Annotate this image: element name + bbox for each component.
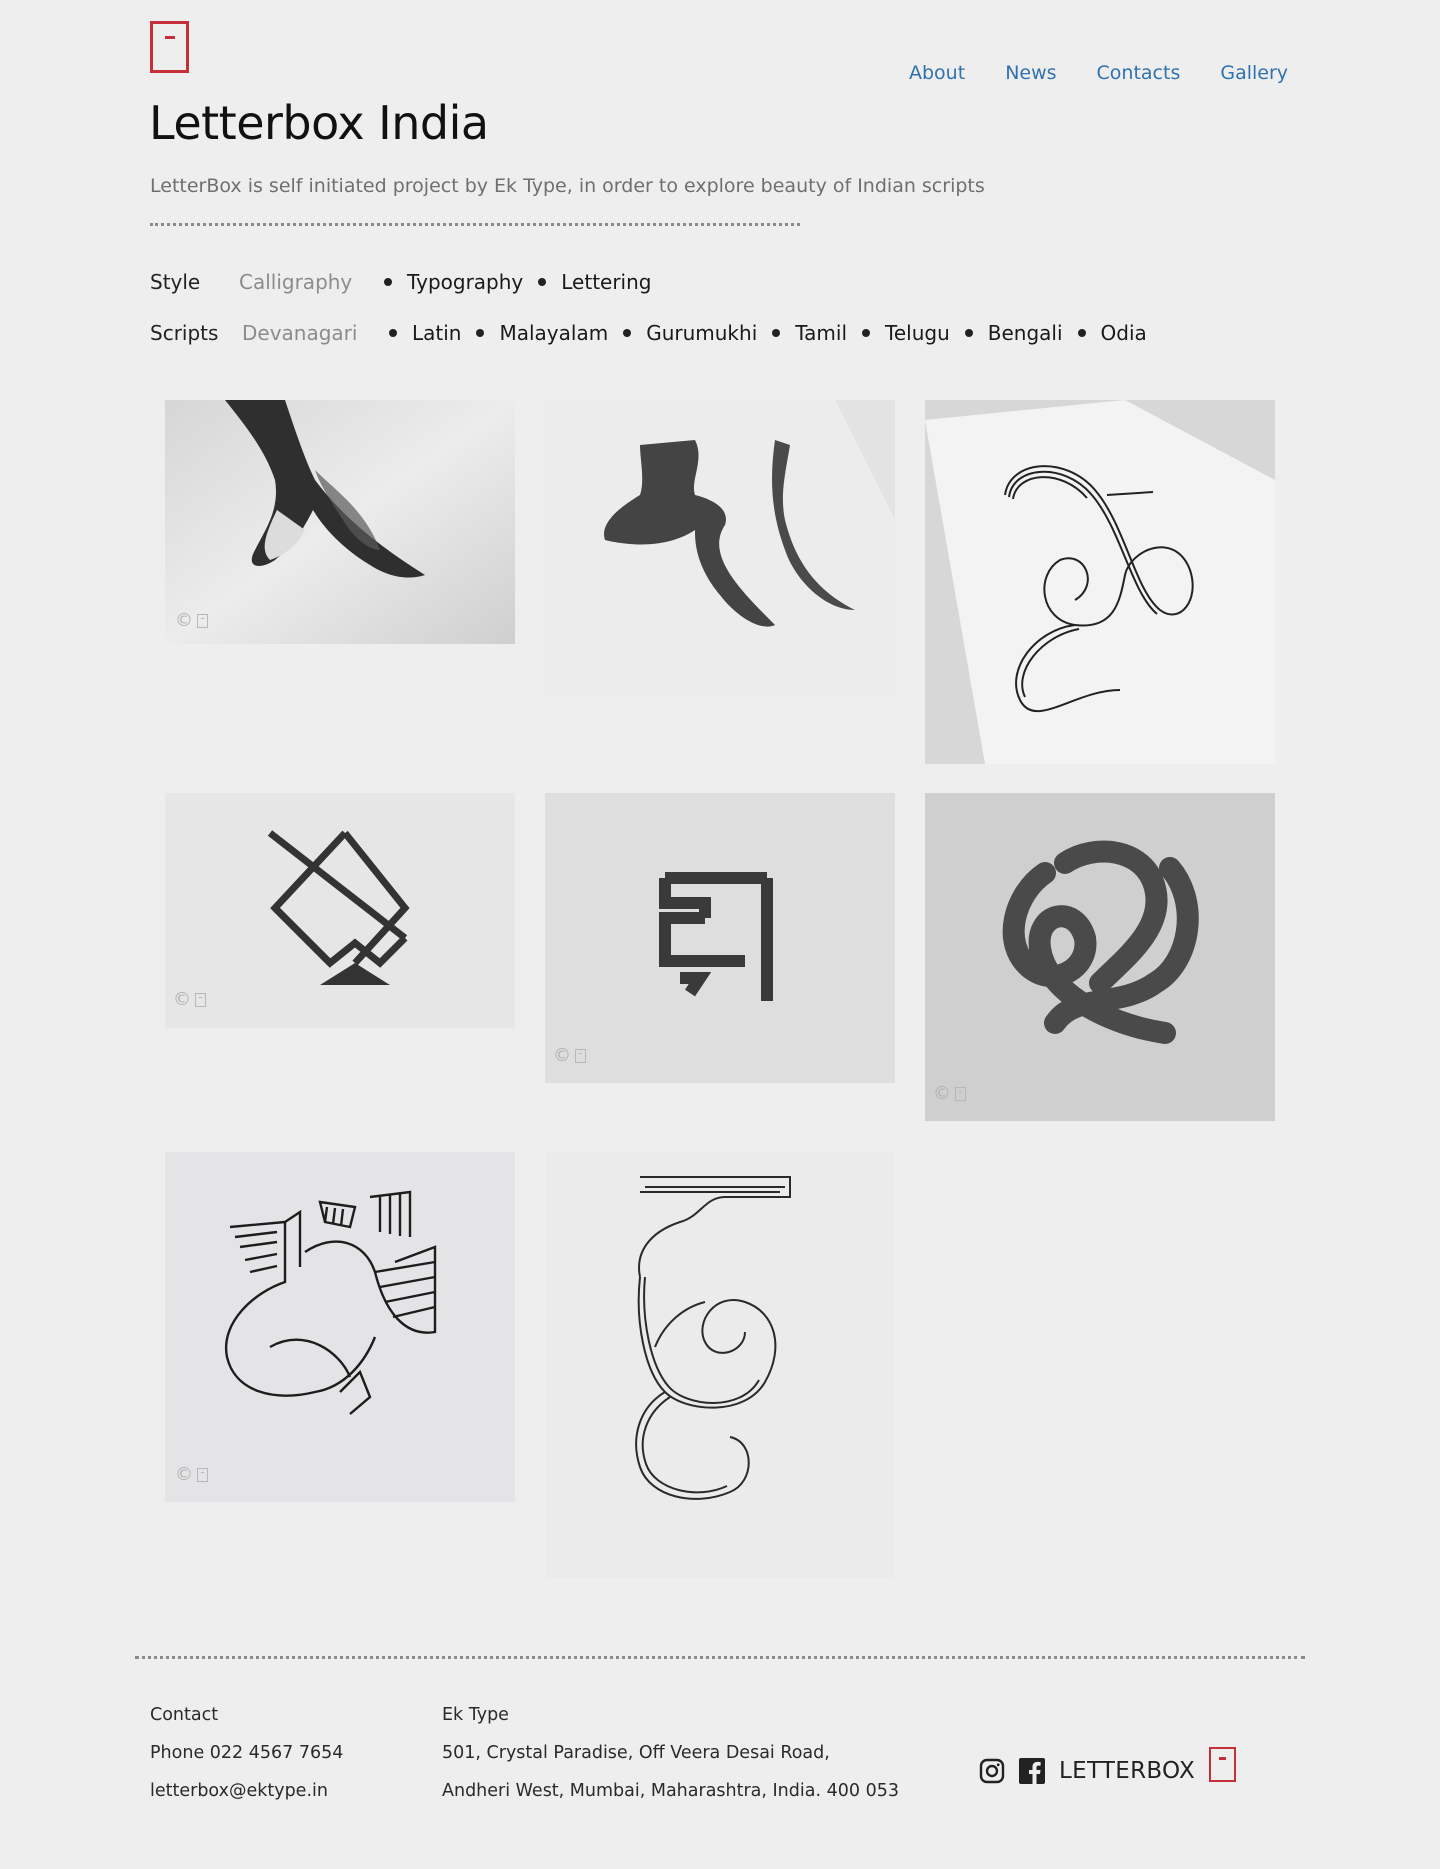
scripts-filter-latin[interactable]: Latin: [389, 321, 461, 345]
bullet-icon: [964, 329, 973, 337]
nav-gallery-link[interactable]: Gallery: [1220, 62, 1288, 84]
gallery-item-line-glyph[interactable]: [925, 400, 1275, 764]
style-filter-typography-label: Typography: [407, 270, 524, 294]
gallery-item-block-glyph[interactable]: ©: [545, 793, 895, 1083]
mini-logo-icon: [195, 992, 206, 1007]
bullet-icon: [772, 329, 781, 337]
bullet-icon: [389, 329, 397, 337]
gallery-item-striped-glyph[interactable]: ©: [165, 1152, 515, 1502]
nav-about-link[interactable]: About: [909, 62, 965, 84]
scripts-filter-active[interactable]: Devanagari: [242, 321, 389, 345]
scripts-filter-telugu[interactable]: Telugu: [862, 321, 950, 345]
style-filter-typography[interactable]: Typography: [384, 270, 523, 294]
page-title: Letterbox India: [149, 96, 489, 150]
site-logo[interactable]: [150, 21, 189, 73]
page-subtitle: LetterBox is self initiated project by E…: [150, 175, 985, 197]
gallery-item-outline-glyph[interactable]: [545, 1152, 895, 1578]
brush-glyph-image: [545, 400, 895, 696]
scripts-filter-telugu-label: Telugu: [885, 321, 950, 345]
scripts-filter-bengali[interactable]: Bengali: [964, 321, 1063, 345]
footer-contact: Contact Phone 022 4567 7654 letterbox@ek…: [150, 1703, 343, 1817]
footer-email[interactable]: letterbox@ektype.in: [150, 1779, 343, 1817]
mini-logo-icon: [575, 1048, 586, 1063]
style-filter-row: Style Calligraphy Typography Lettering: [150, 270, 666, 294]
bullet-icon: [1077, 329, 1086, 337]
copyright-mark: ©: [933, 1083, 966, 1104]
scripts-filter-tamil[interactable]: Tamil: [772, 321, 847, 345]
footer-address-line1: 501, Crystal Paradise, Off Veera Desai R…: [442, 1743, 830, 1763]
footer-brand-text[interactable]: LETTERBOX: [1059, 1758, 1195, 1784]
scripts-filter-latin-label: Latin: [412, 321, 462, 345]
scripts-filter-odia-label: Odia: [1100, 321, 1147, 345]
mini-logo-icon: [197, 613, 208, 628]
footer-logo[interactable]: [1209, 1747, 1237, 1782]
scripts-filter-gurumukhi-label: Gurumukhi: [646, 321, 758, 345]
footer-address-line2: Andheri West, Mumbai, Maharashtra, India…: [442, 1781, 899, 1801]
nav-news-link[interactable]: News: [1005, 62, 1056, 84]
scripts-filter-tamil-label: Tamil: [795, 321, 848, 345]
mini-logo-icon: [955, 1086, 966, 1101]
nav-contacts-link[interactable]: Contacts: [1097, 62, 1181, 84]
knot-glyph-image: [925, 793, 1275, 1121]
main-nav: About News Contacts Gallery: [909, 62, 1288, 84]
copyright-mark: ©: [175, 1464, 208, 1485]
striped-glyph-image: [165, 1152, 515, 1502]
copyright-icon: ©: [173, 989, 191, 1010]
footer-address: Ek Type 501, Crystal Paradise, Off Veera…: [442, 1703, 899, 1817]
scripts-filter-malayalam-label: Malayalam: [499, 321, 609, 345]
footer-social: LETTERBOX: [979, 1747, 1237, 1788]
gallery-item-geometric-glyph[interactable]: ©: [165, 793, 515, 1028]
copyright-icon: ©: [553, 1045, 571, 1066]
gallery-item-ink-calligraphy[interactable]: ©: [165, 400, 515, 644]
bullet-icon: [623, 329, 632, 337]
style-filter-active[interactable]: Calligraphy: [239, 270, 384, 294]
scripts-filter-malayalam[interactable]: Malayalam: [476, 321, 608, 345]
scripts-filter-bengali-label: Bengali: [987, 321, 1063, 345]
geometric-glyph-image: [165, 793, 515, 1028]
copyright-mark: ©: [553, 1045, 586, 1066]
bullet-icon: [476, 329, 485, 337]
style-filter-label: Style: [150, 270, 201, 294]
ink-calligraphy-image: [165, 400, 515, 644]
facebook-icon[interactable]: [1019, 1757, 1045, 1784]
instagram-icon[interactable]: [979, 1758, 1005, 1784]
style-filter-lettering-label: Lettering: [561, 270, 652, 294]
outline-glyph-image: [545, 1152, 895, 1578]
footer-phone[interactable]: Phone 022 4567 7654: [150, 1741, 343, 1779]
footer-divider: [135, 1656, 1305, 1659]
block-glyph-image: [545, 793, 895, 1083]
copyright-mark: ©: [173, 989, 206, 1010]
gallery-item-knot-glyph[interactable]: ©: [925, 793, 1275, 1121]
mini-logo-icon: [197, 1467, 208, 1482]
bullet-icon: [862, 329, 871, 337]
copyright-mark: ©: [175, 610, 208, 631]
header-divider: [150, 223, 800, 226]
footer-contact-heading: Contact: [150, 1705, 219, 1725]
style-filter-lettering[interactable]: Lettering: [538, 270, 651, 294]
line-glyph-image: [925, 400, 1275, 764]
footer-company: Ek Type: [442, 1705, 509, 1725]
bullet-icon: [538, 278, 547, 286]
copyright-icon: ©: [933, 1083, 951, 1104]
scripts-filter-gurumukhi[interactable]: Gurumukhi: [623, 321, 757, 345]
copyright-icon: ©: [175, 610, 193, 631]
scripts-filter-row: Scripts Devanagari Latin Malayalam Gurum…: [150, 321, 1162, 345]
scripts-filter-odia[interactable]: Odia: [1077, 321, 1147, 345]
bullet-icon: [384, 278, 392, 286]
scripts-filter-label: Scripts: [150, 321, 219, 345]
copyright-icon: ©: [175, 1464, 193, 1485]
gallery-item-brush-glyph[interactable]: [545, 400, 895, 696]
